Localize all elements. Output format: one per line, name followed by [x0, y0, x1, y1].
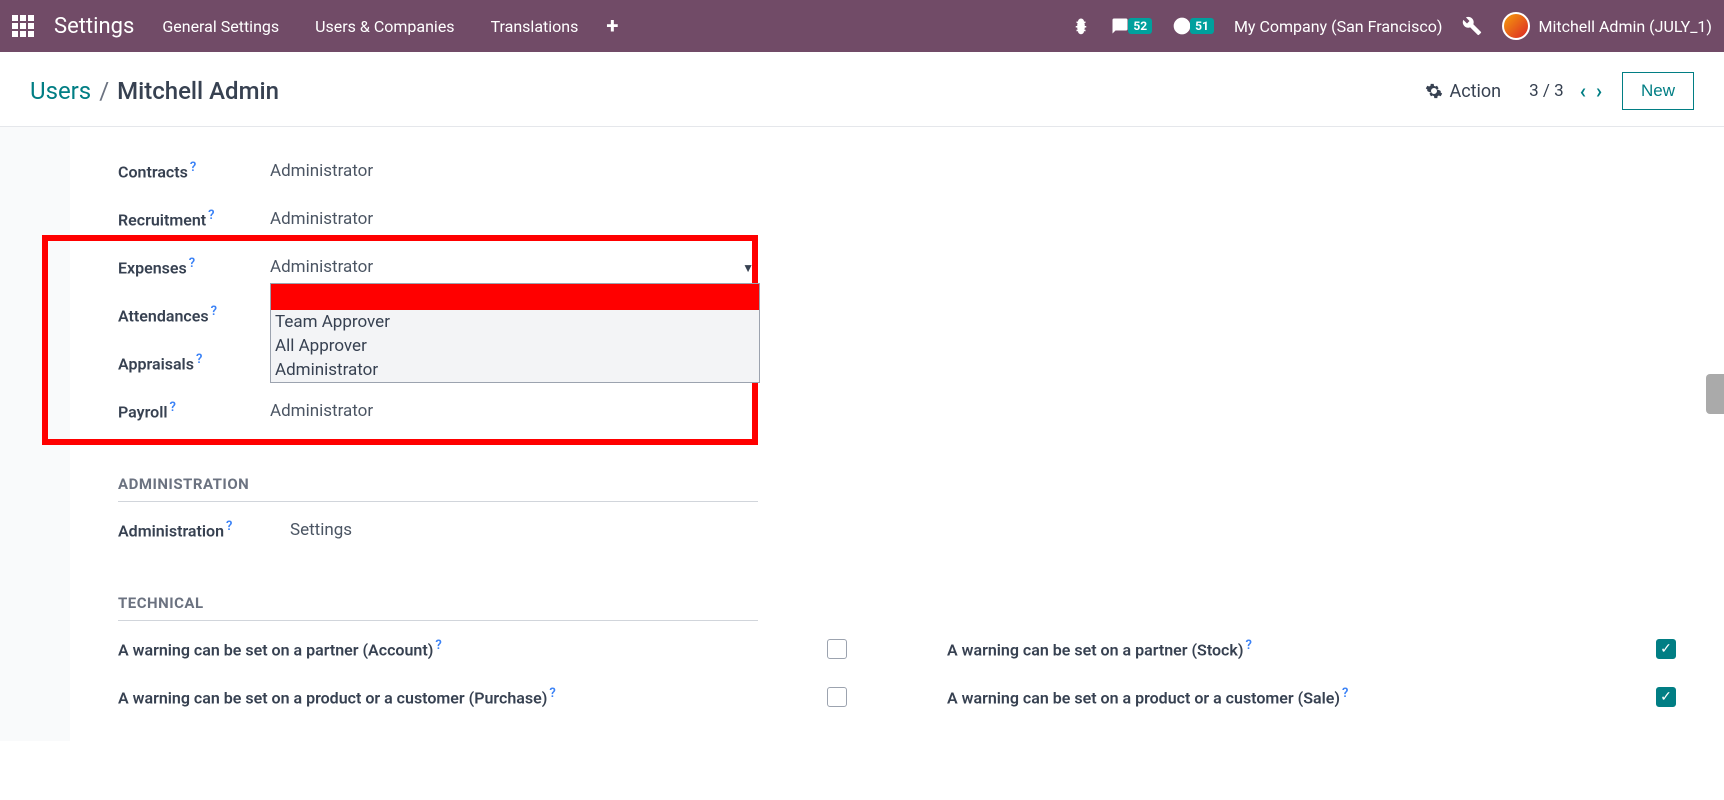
dropdown-option-team-approver[interactable]: Team Approver — [271, 310, 759, 334]
app-title: Settings — [54, 14, 134, 39]
label-contracts: Contracts? — [118, 160, 270, 181]
help-icon[interactable]: ? — [1342, 686, 1348, 701]
checkbox-account-warning[interactable] — [827, 639, 847, 659]
activity-icon[interactable]: 51 — [1172, 16, 1214, 36]
side-grip[interactable] — [1706, 374, 1724, 414]
checkbox-purchase-warning[interactable] — [827, 687, 847, 707]
tech-label-sale-warning: A warning can be set on a product or a c… — [947, 686, 1616, 707]
help-icon[interactable]: ? — [211, 304, 217, 319]
messaging-icon[interactable]: 52 — [1110, 17, 1152, 35]
debug-icon[interactable] — [1072, 17, 1090, 35]
breadcrumb-current: Mitchell Admin — [117, 77, 279, 105]
checkbox-sale-warning[interactable]: ✓ — [1656, 687, 1676, 707]
section-technical: TECHNICAL — [118, 594, 758, 621]
breadcrumb: Users / Mitchell Admin — [30, 77, 279, 105]
dropdown-value: Administrator — [270, 257, 393, 277]
dropdown-menu: Team Approver All Approver Administrator — [270, 283, 760, 383]
action-label: Action — [1449, 81, 1501, 102]
tech-label-account-warning: A warning can be set on a partner (Accou… — [118, 638, 787, 659]
help-icon[interactable]: ? — [1245, 638, 1251, 653]
pager[interactable]: 3 / 3 — [1529, 81, 1564, 101]
dropdown-option-blank[interactable] — [271, 284, 759, 310]
action-button[interactable]: Action — [1413, 75, 1513, 108]
tools-icon[interactable] — [1462, 16, 1482, 36]
prev-icon[interactable]: ‹ — [1580, 79, 1586, 103]
section-administration: ADMINISTRATION — [118, 475, 758, 502]
help-icon[interactable]: ? — [549, 686, 555, 701]
plus-icon[interactable]: + — [606, 14, 618, 39]
label-administration: Administration? — [118, 519, 290, 540]
label-recruitment: Recruitment? — [118, 208, 270, 229]
value-contracts[interactable]: Administrator — [270, 161, 1676, 181]
next-icon[interactable]: › — [1596, 79, 1602, 103]
value-administration[interactable]: Settings — [290, 520, 1676, 540]
expenses-dropdown[interactable]: Administrator ▼ Team Approver All Approv… — [270, 257, 760, 277]
activity-badge: 51 — [1190, 18, 1214, 34]
user-name: Mitchell Admin (JULY_1) — [1538, 17, 1712, 36]
help-icon[interactable]: ? — [196, 352, 202, 367]
tech-label-stock-warning: A warning can be set on a partner (Stock… — [947, 638, 1616, 659]
value-payroll[interactable]: Administrator — [270, 401, 1676, 421]
label-payroll: Payroll? — [118, 400, 270, 421]
menu-general-settings[interactable]: General Settings — [154, 17, 287, 36]
tech-label-purchase-warning: A warning can be set on a product or a c… — [118, 686, 787, 707]
help-icon[interactable]: ? — [189, 256, 195, 271]
menu-translations[interactable]: Translations — [483, 17, 587, 36]
dropdown-option-administrator[interactable]: Administrator — [271, 358, 759, 382]
label-attendances: Attendances? — [118, 304, 270, 325]
chevron-down-icon[interactable]: ▼ — [742, 261, 754, 275]
help-icon[interactable]: ? — [190, 160, 196, 175]
label-appraisals: Appraisals? — [118, 352, 270, 373]
menu-users-companies[interactable]: Users & Companies — [307, 17, 462, 36]
user-menu[interactable]: Mitchell Admin (JULY_1) — [1502, 12, 1712, 40]
company-switcher[interactable]: My Company (San Francisco) — [1234, 17, 1443, 36]
checkbox-stock-warning[interactable]: ✓ — [1656, 639, 1676, 659]
avatar — [1502, 12, 1530, 40]
dropdown-option-all-approver[interactable]: All Approver — [271, 334, 759, 358]
help-icon[interactable]: ? — [208, 208, 214, 223]
help-icon[interactable]: ? — [226, 519, 232, 534]
value-recruitment[interactable]: Administrator — [270, 209, 1676, 229]
help-icon[interactable]: ? — [170, 400, 176, 415]
breadcrumb-sep: / — [99, 77, 109, 105]
help-icon[interactable]: ? — [435, 638, 441, 653]
label-expenses: Expenses? — [118, 256, 270, 277]
apps-menu-icon[interactable] — [12, 15, 34, 37]
breadcrumb-users[interactable]: Users — [30, 77, 91, 105]
new-button[interactable]: New — [1622, 72, 1694, 110]
messaging-badge: 52 — [1128, 18, 1152, 34]
